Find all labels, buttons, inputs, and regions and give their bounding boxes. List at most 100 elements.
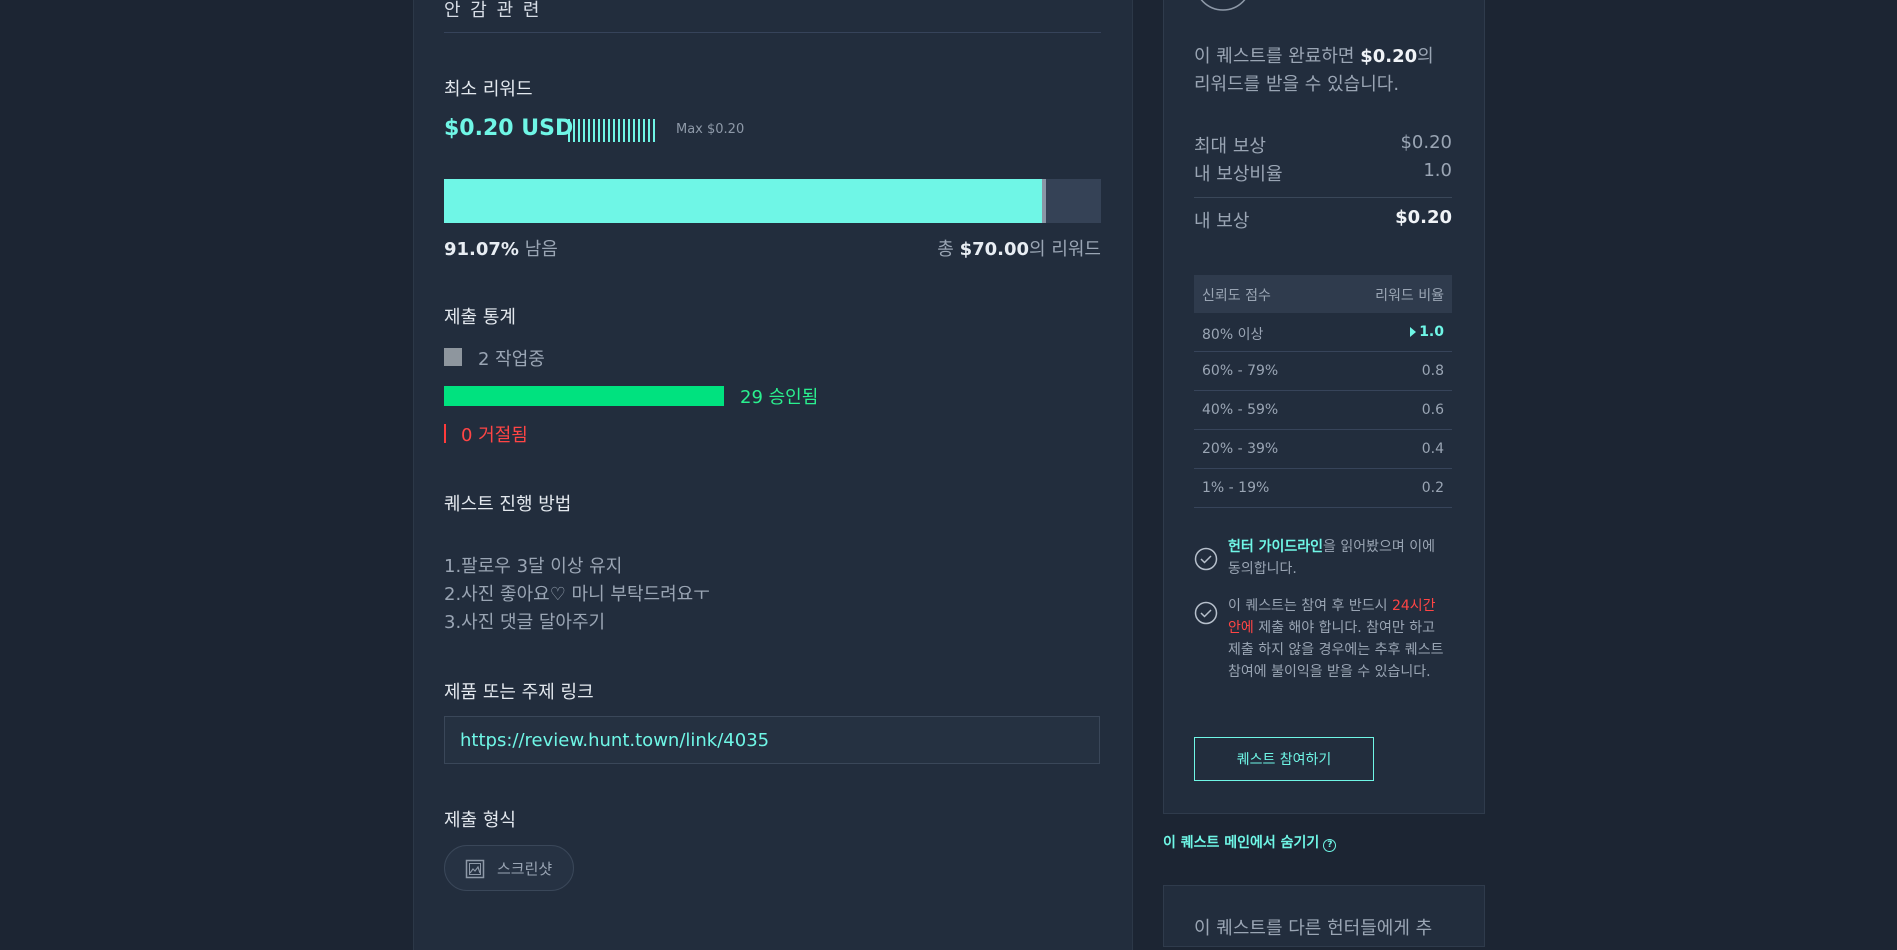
tick-bar: [618, 119, 620, 142]
tick-bar: [603, 119, 605, 142]
table-header: 신뢰도 점수 리워드 비율: [1194, 275, 1452, 313]
remaining-text: 91.07% 남음: [444, 235, 558, 261]
total-value: $70.00: [959, 239, 1030, 260]
total-prefix: 총: [937, 239, 960, 260]
my-reward-row: 내 보상 $0.20: [1194, 207, 1452, 233]
hide-quest-link[interactable]: 이 퀘스트 메인에서 숨기기?: [1163, 832, 1337, 852]
reward-progress-fill: [444, 179, 1042, 223]
row-range: 60% - 79%: [1202, 363, 1279, 379]
tick-bar: [628, 119, 630, 142]
row-ratio: 0.6: [1421, 402, 1444, 418]
desc-amount: $0.20: [1360, 46, 1418, 67]
screenshot-label: 스크린샷: [497, 860, 553, 878]
product-link[interactable]: https://review.hunt.town/link/4035: [460, 730, 769, 751]
tick-bar: [613, 119, 615, 142]
remaining-percent: 91.07%: [444, 239, 519, 260]
my-ratio-label: 내 보상비율: [1194, 164, 1283, 185]
header-reward-ratio: 리워드 비율: [1375, 288, 1444, 304]
instruction-line: 2.사진 좋아요♡ 마니 부탁드려요ㅜ: [444, 584, 710, 605]
row-range: 1% - 19%: [1202, 480, 1270, 496]
tick-bar: [653, 119, 655, 142]
my-ratio-row: 내 보상비율 1.0: [1194, 160, 1452, 186]
instruction-line: 1.팔로우 3달 이상 유지: [444, 556, 623, 577]
my-ratio-value: 1.0: [1423, 160, 1452, 181]
reward-ratio-table: 신뢰도 점수 리워드 비율 80% 이상 1.0 60% - 79% 0.8 4…: [1194, 275, 1452, 508]
quest-detail-card: [413, 0, 1133, 950]
instructions: 1.팔로우 3달 이상 유지 2.사진 좋아요♡ 마니 부탁드려요ㅜ 3.사진 …: [444, 553, 710, 637]
tick-bar: [573, 119, 575, 142]
table-row: 1% - 19% 0.2: [1194, 469, 1452, 508]
product-link-box[interactable]: https://review.hunt.town/link/4035: [444, 716, 1100, 764]
row-ratio: 0.8: [1421, 363, 1444, 379]
tick-bar: [593, 119, 595, 142]
join-quest-button[interactable]: 퀘스트 참여하기: [1194, 737, 1374, 781]
desc-prefix: 이 퀘스트를 완료하면: [1194, 46, 1361, 67]
deadline-text-b: 제출 해야 합니다. 참여만 하고 제출 하지 않을 경우에는 추후 퀘스트 참…: [1228, 620, 1444, 680]
how-to-title: 퀘스트 진행 방법: [444, 494, 572, 515]
table-row: 20% - 39% 0.4: [1194, 430, 1452, 469]
tick-bar: [648, 119, 650, 142]
tick-bar: [608, 119, 610, 142]
reward-progress-marker: [1042, 179, 1046, 223]
row-ratio: 1.0: [1419, 324, 1444, 340]
tick-bar: [623, 119, 625, 142]
tick-bar: [578, 119, 580, 142]
tick-bar: [643, 119, 645, 142]
min-reward-title: 최소 리워드: [444, 79, 533, 100]
row-range: 40% - 59%: [1202, 402, 1279, 418]
section-title-partial: 안 감 관 련: [444, 0, 542, 21]
working-indicator: [444, 348, 462, 366]
tick-bar: [633, 119, 635, 142]
divider: [1194, 197, 1452, 198]
caret-right-icon: [1410, 327, 1417, 337]
row-ratio: 0.4: [1421, 441, 1444, 457]
rejected-bar: [444, 424, 446, 443]
row-range: 20% - 39%: [1202, 441, 1279, 457]
edit-icon: [1200, 0, 1246, 11]
deadline-agreement: 이 퀘스트는 참여 후 반드시 24시간 안에 제출 해야 합니다. 참여만 하…: [1228, 595, 1448, 683]
submission-format-title: 제출 형식: [444, 810, 516, 831]
hide-quest-label[interactable]: 이 퀘스트 메인에서 숨기기: [1163, 835, 1319, 851]
rejected-count: 0 거절됨: [461, 425, 528, 446]
tick-bar: [598, 119, 600, 142]
reward-description: 이 퀘스트를 완료하면 $0.20의리워드를 받을 수 있습니다.: [1194, 43, 1464, 99]
approved-bar: [444, 386, 724, 406]
instruction-line: 3.사진 댓글 달아주기: [444, 612, 606, 633]
row-ratio-active: 1.0: [1410, 324, 1444, 340]
deadline-text-a: 이 퀘스트는 참여 후 반드시: [1228, 598, 1392, 614]
hunter-guideline-link[interactable]: 헌터 가이드라인: [1228, 539, 1323, 555]
screenshot-format-chip: 스크린샷: [444, 845, 574, 891]
share-text: 이 퀘스트를 다른 헌터들에게 추: [1194, 918, 1433, 939]
reward-tick-bars: [568, 119, 655, 142]
my-reward-value: $0.20: [1395, 207, 1452, 228]
divider: [444, 32, 1101, 33]
desc-mid: 의: [1417, 46, 1434, 67]
guideline-agreement: 헌터 가이드라인을 읽어봤으며 이에 동의합니다.: [1228, 536, 1448, 580]
header-trust-score: 신뢰도 점수: [1202, 288, 1271, 304]
row-ratio: 0.2: [1421, 480, 1444, 496]
tick-bar: [638, 119, 640, 142]
tick-bar: [568, 119, 570, 142]
table-row: 80% 이상 1.0: [1194, 313, 1452, 352]
tick-bar: [588, 119, 590, 142]
max-reward-label: 최대 보상: [1194, 136, 1266, 157]
my-reward-label: 내 보상: [1194, 211, 1250, 232]
desc-suffix: 리워드를 받을 수 있습니다.: [1194, 74, 1400, 95]
total-reward-text: 총 $70.00의 리워드: [937, 235, 1101, 261]
check-circle-icon[interactable]: [1194, 601, 1218, 625]
help-icon[interactable]: ?: [1323, 839, 1337, 852]
max-reward-row: 최대 보상 $0.20: [1194, 132, 1452, 158]
check-circle-icon[interactable]: [1194, 547, 1218, 571]
max-reward-value: $0.20: [1400, 132, 1452, 153]
image-icon: [465, 859, 485, 879]
share-card: 이 퀘스트를 다른 헌터들에게 추: [1163, 885, 1485, 947]
reward-price: $0.20 USD: [444, 116, 574, 141]
link-title: 제품 또는 주제 링크: [444, 682, 594, 703]
stats-title: 제출 통계: [444, 307, 516, 328]
remaining-suffix: 남음: [518, 239, 558, 260]
max-reward-text: Max $0.20: [676, 122, 745, 137]
total-suffix: 의 리워드: [1029, 239, 1101, 260]
approved-count: 29 승인됨: [740, 387, 819, 408]
table-row: 60% - 79% 0.8: [1194, 352, 1452, 391]
table-row: 40% - 59% 0.6: [1194, 391, 1452, 430]
